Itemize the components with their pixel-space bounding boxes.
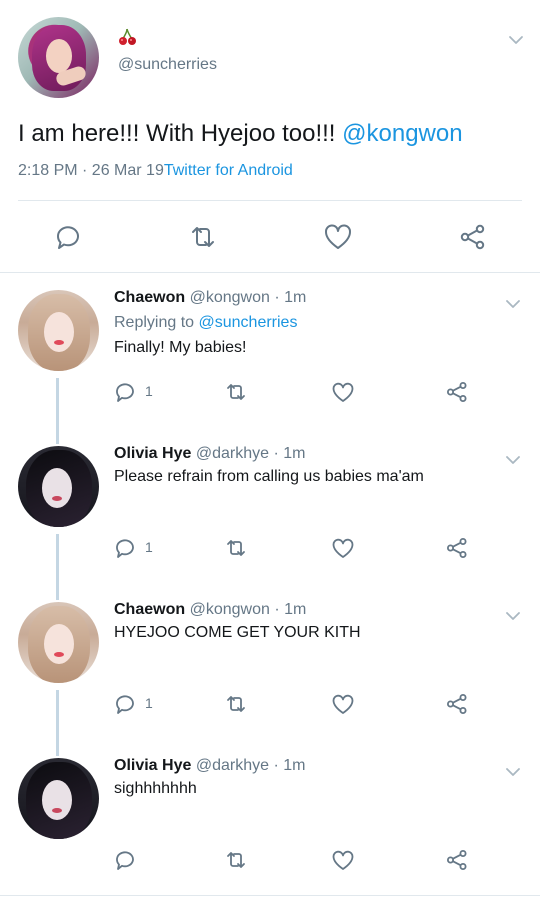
reply-icon[interactable] xyxy=(113,692,137,716)
main-tweet: @suncherries I am here!!! With Hyejoo to… xyxy=(0,0,540,272)
reply-count: 1 xyxy=(145,695,153,711)
handle-time: @darkhye · 1m xyxy=(195,445,306,462)
user-handle[interactable]: @suncherries xyxy=(118,56,217,74)
tweet-meta: 2:18 PM · 26 Mar 19Twitter for Android xyxy=(18,162,293,180)
divider xyxy=(0,895,540,896)
share-icon[interactable] xyxy=(445,536,469,560)
retweet-icon[interactable] xyxy=(224,536,248,560)
reply-actions xyxy=(0,846,540,876)
reply-count: 1 xyxy=(145,383,153,399)
chevron-down-icon[interactable] xyxy=(505,452,521,468)
reply-header: Olivia Hye @darkhye · 1m xyxy=(114,757,305,775)
handle-time: @kongwon · 1m xyxy=(189,289,307,306)
retweet-icon[interactable] xyxy=(224,848,248,872)
reply-actions: 1 xyxy=(0,534,540,564)
retweet-icon[interactable] xyxy=(224,380,248,404)
avatar[interactable] xyxy=(18,758,99,839)
retweet-icon[interactable] xyxy=(224,692,248,716)
reply-header: Chaewon @kongwon · 1m xyxy=(114,289,306,307)
reply-actions: 1 xyxy=(0,690,540,720)
avatar[interactable] xyxy=(18,446,99,527)
reply-text: Finally! My babies! xyxy=(114,339,247,356)
tweet-text: I am here!!! With Hyejoo too!!! @kongwon xyxy=(18,120,463,148)
retweet-icon[interactable] xyxy=(188,222,218,252)
share-icon[interactable] xyxy=(445,848,469,872)
reply-icon[interactable] xyxy=(113,380,137,404)
reply-tweet[interactable]: Chaewon @kongwon · 1m HYEJOO COME GET YO… xyxy=(0,584,540,756)
reply-tweet[interactable]: Olivia Hye @darkhye · 1m sighhhhhhh xyxy=(0,740,540,896)
reply-actions: 1 xyxy=(0,378,540,408)
like-icon[interactable] xyxy=(331,848,355,872)
avatar[interactable] xyxy=(18,602,99,683)
reply-header: Chaewon @kongwon · 1m xyxy=(114,601,306,619)
tweet-text-body: I am here!!! With Hyejoo too!!! xyxy=(18,120,343,147)
cherry-emoji-icon xyxy=(118,27,138,47)
timestamp: 2:18 PM · 26 Mar 19 xyxy=(18,162,164,179)
reply-text: sighhhhhhh xyxy=(114,780,197,797)
replying-to: Replying to @suncherries xyxy=(114,314,297,332)
display-name[interactable]: Olivia Hye xyxy=(114,757,191,774)
display-name[interactable]: Chaewon xyxy=(114,601,185,618)
chevron-down-icon[interactable] xyxy=(505,764,521,780)
chevron-down-icon[interactable] xyxy=(505,608,521,624)
share-icon[interactable] xyxy=(445,380,469,404)
reply-icon[interactable] xyxy=(113,848,137,872)
mention-link[interactable]: @suncherries xyxy=(199,314,298,331)
handle-time: @kongwon · 1m xyxy=(189,601,307,618)
reply-text: Please refrain from calling us babies ma… xyxy=(114,468,424,485)
share-icon[interactable] xyxy=(458,222,488,252)
reply-icon[interactable] xyxy=(113,536,137,560)
avatar[interactable] xyxy=(18,17,99,98)
avatar[interactable] xyxy=(18,290,99,371)
reply-tweet[interactable]: Olivia Hye @darkhye · 1m Please refrain … xyxy=(0,428,540,600)
like-icon[interactable] xyxy=(323,222,353,252)
replying-prefix: Replying to xyxy=(114,314,199,331)
chevron-down-icon[interactable] xyxy=(505,296,521,312)
reply-header: Olivia Hye @darkhye · 1m xyxy=(114,445,305,463)
client-link[interactable]: Twitter for Android xyxy=(164,162,293,179)
like-icon[interactable] xyxy=(331,380,355,404)
share-icon[interactable] xyxy=(445,692,469,716)
reply-tweet[interactable]: Chaewon @kongwon · 1m Replying to @sunch… xyxy=(0,272,540,444)
chevron-down-icon[interactable] xyxy=(508,32,524,48)
display-name[interactable]: Chaewon xyxy=(114,289,185,306)
like-icon[interactable] xyxy=(331,692,355,716)
like-icon[interactable] xyxy=(331,536,355,560)
display-name[interactable]: Olivia Hye xyxy=(114,445,191,462)
divider xyxy=(18,200,522,201)
reply-text: HYEJOO COME GET YOUR KITH xyxy=(114,624,361,641)
handle-time: @darkhye · 1m xyxy=(195,757,306,774)
mention-link[interactable]: @kongwon xyxy=(342,120,462,147)
reply-count: 1 xyxy=(145,539,153,555)
tweet-actions xyxy=(0,216,540,256)
reply-icon[interactable] xyxy=(53,222,83,252)
